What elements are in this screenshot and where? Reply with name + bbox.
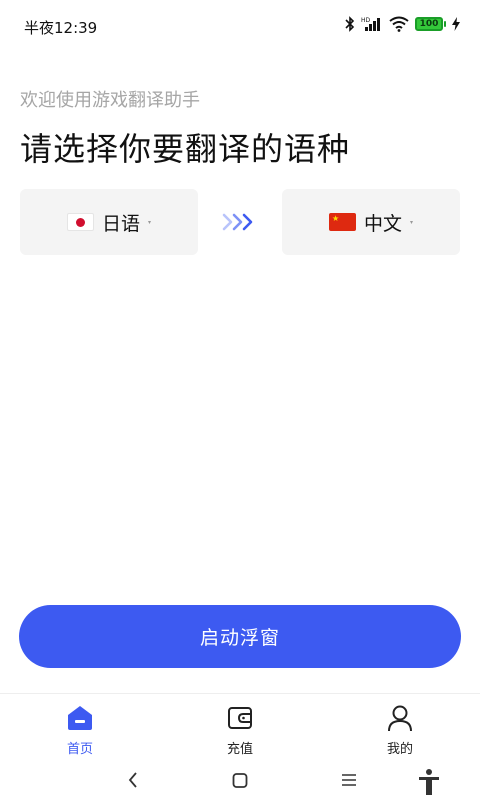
nav-label-mine: 我的 xyxy=(386,742,413,757)
hd-signal-icon: HD xyxy=(361,17,380,31)
start-floating-window-button[interactable]: 启动浮窗 xyxy=(19,605,461,668)
wallet-icon xyxy=(228,707,252,729)
nav-label-home: 首页 xyxy=(66,742,93,757)
source-language-selector[interactable]: 日语 ▾ xyxy=(20,189,198,255)
nav-item-recharge[interactable]: 充值 xyxy=(200,704,280,757)
wifi-icon xyxy=(389,16,409,32)
user-icon xyxy=(388,705,412,732)
page-title: 请选择你要翻译的语种 xyxy=(20,130,351,168)
bluetooth-icon xyxy=(345,16,355,32)
nav-label-recharge: 充值 xyxy=(226,742,253,757)
status-bar: 半夜12:39 HD 100 xyxy=(0,0,480,52)
home-icon xyxy=(68,706,92,730)
bottom-nav: 首页 充值 我的 xyxy=(0,693,480,759)
triple-chevron-right-icon[interactable] xyxy=(222,210,258,234)
accessibility-icon[interactable] xyxy=(418,768,440,796)
status-icons: HD 100 xyxy=(345,16,460,32)
target-language-label: 中文 xyxy=(363,212,402,235)
dropdown-caret-icon: ▾ xyxy=(410,218,414,226)
china-flag-icon: ★ xyxy=(328,213,356,231)
home-square-icon[interactable] xyxy=(232,770,248,790)
welcome-subtitle: 欢迎使用游戏翻译助手 xyxy=(20,90,200,111)
back-icon[interactable] xyxy=(126,770,140,790)
svg-text:HD: HD xyxy=(361,17,371,24)
nav-item-mine[interactable]: 我的 xyxy=(360,704,440,757)
charging-icon xyxy=(452,17,460,31)
menu-icon[interactable] xyxy=(341,770,357,790)
japan-flag-icon xyxy=(66,213,94,231)
source-language-label: 日语 xyxy=(101,212,140,235)
nav-item-home[interactable]: 首页 xyxy=(40,704,120,757)
status-time: 半夜12:39 xyxy=(24,19,98,37)
battery-level: 100 xyxy=(415,17,443,31)
system-nav-bar xyxy=(0,760,480,800)
battery-icon: 100 xyxy=(415,17,446,31)
target-language-selector[interactable]: ★ 中文 ▾ xyxy=(282,189,460,255)
dropdown-caret-icon: ▾ xyxy=(148,218,152,226)
